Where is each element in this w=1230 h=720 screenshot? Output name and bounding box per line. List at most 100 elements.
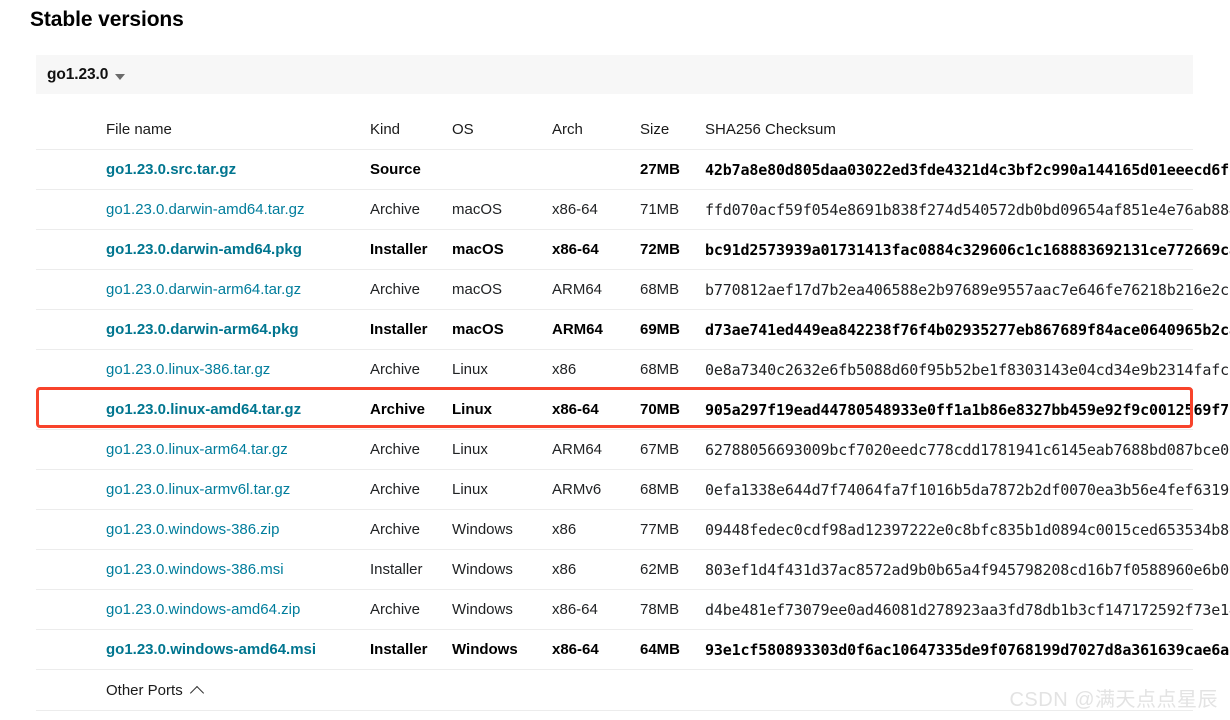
column-header-kind: Kind <box>370 110 452 150</box>
cell-os: Windows <box>452 629 552 670</box>
cell-sha256-checksum: 0e8a7340c2632e6fb5088d60f95b52be1f830314… <box>705 349 1230 390</box>
cell-os: Linux <box>452 349 552 390</box>
cell-arch: ARM64 <box>552 309 640 350</box>
chevron-up-icon <box>189 685 204 701</box>
column-header-size: Size <box>640 110 705 150</box>
cell-kind: Archive <box>370 509 452 550</box>
cell-arch: x86 <box>552 549 640 590</box>
chevron-down-icon <box>115 73 126 80</box>
cell-arch: x86 <box>552 509 640 550</box>
cell-file-name: go1.23.0.darwin-amd64.tar.gz <box>36 189 370 230</box>
cell-os: macOS <box>452 269 552 310</box>
table-row[interactable]: go1.23.0.darwin-arm64.pkg Installer macOS A… <box>36 309 1230 350</box>
cell-kind: Archive <box>370 429 452 470</box>
download-link[interactable]: go1.23.0.src.tar.gz <box>106 161 236 178</box>
cell-arch: x86-64 <box>552 229 640 270</box>
cell-os: Windows <box>452 509 552 550</box>
table-row[interactable]: go1.23.0.darwin-amd64.tar.gz Archive macOS… <box>36 189 1230 230</box>
cell-size: 64MB <box>640 629 705 670</box>
cell-file-name: go1.23.0.linux-arm64.tar.gz <box>36 429 370 470</box>
other-ports-label: Other Ports <box>106 681 183 699</box>
version-selector-label: go1.23.0 <box>47 65 109 83</box>
cell-sha256-checksum: 0efa1338e644d7f74064fa7f1016b5da7872b2df… <box>705 469 1230 510</box>
cell-kind: Installer <box>370 309 452 350</box>
download-link[interactable]: go1.23.0.darwin-amd64.tar.gz <box>106 201 304 218</box>
cell-kind: Archive <box>370 269 452 310</box>
table-row[interactable]: go1.23.0.windows-386.zip Archive Windows x8… <box>36 509 1230 550</box>
cell-size: 71MB <box>640 189 705 230</box>
column-header-sha256: SHA256 Checksum <box>705 110 1193 150</box>
download-link[interactable]: go1.23.0.windows-386.msi <box>106 561 284 578</box>
download-link[interactable]: go1.23.0.linux-amd64.tar.gz <box>106 401 301 418</box>
cell-sha256-checksum: 62788056693009bcf7020eedc778cdd1781941c6… <box>705 429 1230 470</box>
cell-arch: x86 <box>552 349 640 390</box>
cell-arch: ARMv6 <box>552 469 640 510</box>
cell-arch: ARM64 <box>552 269 640 310</box>
cell-sha256-checksum: bc91d2573939a01731413fac0884c329606c1c16… <box>705 229 1230 270</box>
cell-kind: Archive <box>370 189 452 230</box>
downloads-page: Stable versions go1.23.0 File name Kind … <box>0 0 1230 720</box>
column-header-arch: Arch <box>552 110 640 150</box>
table-row[interactable]: go1.23.0.windows-386.msi Installer Windows… <box>36 549 1230 590</box>
cell-sha256-checksum: d4be481ef73079ee0ad46081d278923aa3fd78db… <box>705 589 1230 630</box>
table-row[interactable]: go1.23.0.darwin-arm64.tar.gz Archive macOS… <box>36 269 1230 310</box>
table-row[interactable]: go1.23.0.linux-386.tar.gz Archive Linux x86… <box>36 349 1230 390</box>
column-header-file-name: File name <box>36 110 370 150</box>
cell-file-name: go1.23.0.darwin-amd64.pkg <box>36 229 370 270</box>
download-link[interactable]: go1.23.0.darwin-amd64.pkg <box>106 241 302 258</box>
download-link[interactable]: go1.23.0.linux-386.tar.gz <box>106 361 270 378</box>
table-header: File name Kind OS Arch Size SHA256 Check… <box>36 110 1193 150</box>
downloads-table: File name Kind OS Arch Size SHA256 Check… <box>36 110 1230 711</box>
table-row[interactable]: go1.23.0.windows-amd64.msi Installer Windo… <box>36 629 1230 670</box>
cell-os: macOS <box>452 309 552 350</box>
cell-size: 68MB <box>640 469 705 510</box>
cell-os: Linux <box>452 429 552 470</box>
table-row[interactable]: go1.23.0.linux-amd64.tar.gz Archive Linux x… <box>36 389 1230 430</box>
watermark: CSDN @满天点点星辰 <box>1009 689 1218 711</box>
cell-os: Linux <box>452 389 552 430</box>
cell-size: 27MB <box>640 149 705 190</box>
cell-arch: x86-64 <box>552 629 640 670</box>
cell-file-name: go1.23.0.windows-386.zip <box>36 509 370 550</box>
cell-file-name: go1.23.0.src.tar.gz <box>36 149 370 190</box>
cell-os: Windows <box>452 589 552 630</box>
table-row[interactable]: go1.23.0.linux-armv6l.tar.gz Archive Linux… <box>36 469 1230 510</box>
cell-sha256-checksum: 42b7a8e80d805daa03022ed3fde4321d4c3bf2c9… <box>705 149 1230 190</box>
cell-kind: Archive <box>370 469 452 510</box>
cell-os: macOS <box>452 189 552 230</box>
cell-file-name: go1.23.0.windows-amd64.zip <box>36 589 370 630</box>
cell-file-name: go1.23.0.windows-amd64.msi <box>36 629 370 670</box>
cell-arch: x86-64 <box>552 389 640 430</box>
download-link[interactable]: go1.23.0.windows-amd64.zip <box>106 601 300 618</box>
download-link[interactable]: go1.23.0.linux-armv6l.tar.gz <box>106 481 290 498</box>
table-body: go1.23.0.src.tar.gz Source 27MB 42b7a8e80d8… <box>36 149 1230 670</box>
cell-file-name: go1.23.0.linux-amd64.tar.gz <box>36 389 370 430</box>
cell-kind: Installer <box>370 229 452 270</box>
cell-arch: x86-64 <box>552 189 640 230</box>
version-selector[interactable]: go1.23.0 <box>36 55 1193 94</box>
table-row[interactable]: go1.23.0.src.tar.gz Source 27MB 42b7a8e80d8… <box>36 149 1230 190</box>
table-row[interactable]: go1.23.0.windows-amd64.zip Archive Windows… <box>36 589 1230 630</box>
cell-kind: Archive <box>370 389 452 430</box>
download-link[interactable]: go1.23.0.windows-amd64.msi <box>106 641 316 658</box>
table-row[interactable]: go1.23.0.darwin-amd64.pkg Installer macOS x… <box>36 229 1230 270</box>
cell-sha256-checksum: 09448fedec0cdf98ad12397222e0c8bfc835b1d0… <box>705 509 1230 550</box>
cell-size: 68MB <box>640 349 705 390</box>
cell-size: 78MB <box>640 589 705 630</box>
download-link[interactable]: go1.23.0.windows-386.zip <box>106 521 279 538</box>
table-row[interactable]: go1.23.0.linux-arm64.tar.gz Archive Linux A… <box>36 429 1230 470</box>
cell-file-name: go1.23.0.darwin-arm64.tar.gz <box>36 269 370 310</box>
cell-sha256-checksum: d73ae741ed449ea842238f76f4b02935277eb867… <box>705 309 1230 350</box>
cell-size: 77MB <box>640 509 705 550</box>
download-link[interactable]: go1.23.0.darwin-arm64.tar.gz <box>106 281 301 298</box>
cell-file-name: go1.23.0.darwin-arm64.pkg <box>36 309 370 350</box>
other-ports-toggle[interactable]: Other Ports <box>106 681 204 701</box>
page-title: Stable versions <box>30 8 184 31</box>
cell-os <box>452 149 552 190</box>
download-link[interactable]: go1.23.0.linux-arm64.tar.gz <box>106 441 288 458</box>
cell-arch: ARM64 <box>552 429 640 470</box>
cell-size: 67MB <box>640 429 705 470</box>
download-link[interactable]: go1.23.0.darwin-arm64.pkg <box>106 321 299 338</box>
cell-sha256-checksum: ffd070acf59f054e8691b838f274d540572db0bd… <box>705 189 1230 230</box>
cell-kind: Archive <box>370 349 452 390</box>
